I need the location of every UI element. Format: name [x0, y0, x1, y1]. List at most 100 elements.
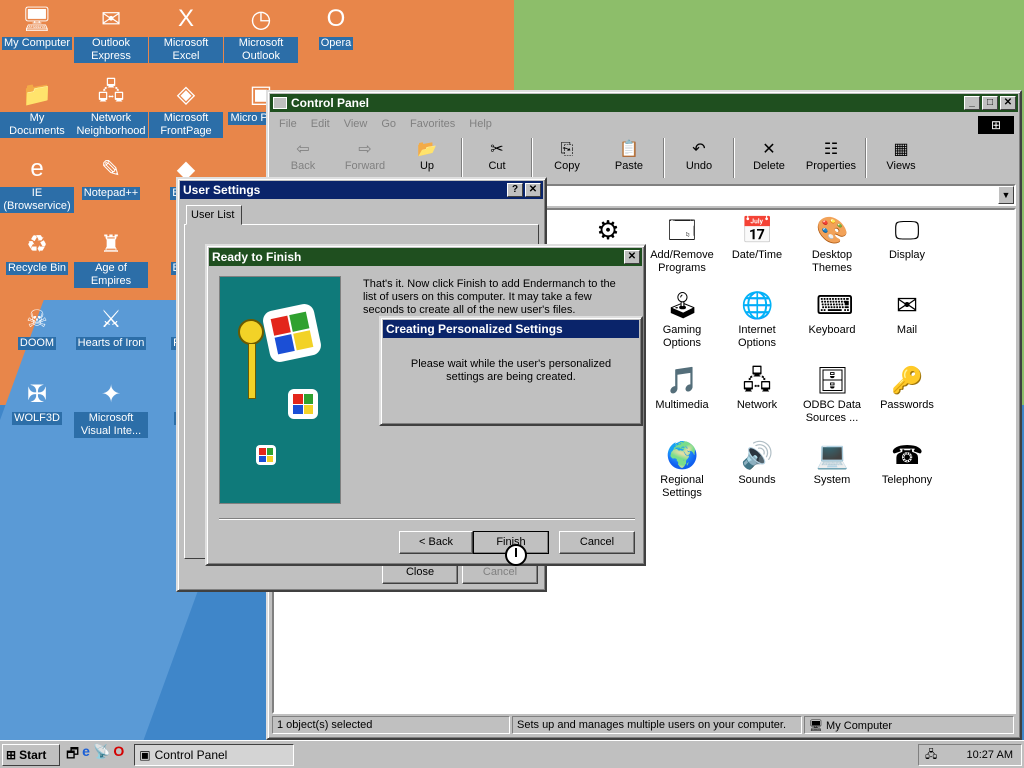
desktop-icon-9[interactable]: e IE (Browservice) [0, 153, 74, 213]
toolbar-label: Delete [753, 160, 785, 172]
cp-item-12[interactable]: 🌍 Regional Settings [644, 439, 720, 500]
cp-item-label: Network [736, 399, 778, 411]
toolbar-separator [865, 138, 867, 178]
cancel-button[interactable]: Cancel [559, 531, 635, 554]
cp-item-icon: 🗄 [816, 365, 850, 395]
copy-icon: ⎘ [560, 141, 574, 158]
status-location: 🖥 My Computer [804, 716, 1014, 734]
cp-item-5[interactable]: 🌐 Internet Options [719, 289, 795, 350]
key-shaft-icon [248, 343, 256, 399]
desktop-icon-5[interactable]: 📁 My Documents [0, 78, 74, 138]
cp-item-0[interactable]: 🗔 Add/Remove Programs [644, 214, 720, 275]
close-button[interactable]: ✕ [1000, 96, 1016, 110]
desktop-icon-7[interactable]: ◈ Microsoft FrontPage [149, 78, 223, 138]
control-panel-app-icon [273, 97, 287, 109]
desktop-icon-label: WOLF3D [12, 412, 62, 425]
desktop-icon-label: Outlook Express [74, 37, 148, 63]
desktop-icon-3[interactable]: ◷ Microsoft Outlook [224, 3, 298, 63]
desktop-icon-1[interactable]: ✉ Outlook Express [74, 3, 148, 63]
desktop-icon-2[interactable]: X Microsoft Excel [149, 3, 223, 63]
toolbar-delete-button[interactable]: ✕ Delete [738, 136, 800, 172]
desktop-icon-label: Microsoft Outlook [224, 37, 298, 63]
cp-item-4[interactable]: 🕹 Gaming Options [644, 289, 720, 350]
control-panel-task-icon: ▣ [139, 747, 151, 762]
toolbar-views-button[interactable]: ▦ Views [870, 136, 932, 172]
notepadpp-icon: ✎ [100, 155, 122, 183]
desktop-icon-15[interactable]: ☠ DOOM [0, 303, 74, 350]
help-button[interactable]: ? [507, 183, 523, 197]
cp-item-6[interactable]: ⌨ Keyboard [794, 289, 870, 337]
toolbar-forward-button[interactable]: ⇨ Forward [334, 136, 396, 172]
desktop-icon-label: Microsoft Excel [149, 37, 223, 63]
menu-file[interactable]: File [279, 118, 297, 130]
toolbar-properties-button[interactable]: ☷ Properties [800, 136, 862, 172]
cp-item-10[interactable]: 🗄 ODBC Data Sources ... [794, 364, 870, 425]
toolbar-paste-button[interactable]: 📋 Paste [598, 136, 660, 172]
address-dropdown-icon[interactable]: ▼ [998, 186, 1014, 204]
cp-item-label: Passwords [880, 399, 934, 411]
cp-item-11[interactable]: 🔑 Passwords [869, 364, 945, 412]
forward-icon: ⇨ [358, 141, 372, 158]
user-settings-titlebar[interactable]: User Settings ? ✕ [180, 181, 543, 199]
cp-item-1[interactable]: 📅 Date/Time [719, 214, 795, 262]
start-label: Start [19, 747, 47, 762]
cp-item-icon: 🕹 [666, 290, 700, 320]
toolbar-up-button[interactable]: 📂 Up [396, 136, 458, 172]
toolbar-cut-button[interactable]: ✂ Cut [466, 136, 528, 172]
cp-item-2[interactable]: 🎨 Desktop Themes [794, 214, 870, 275]
ready-titlebar[interactable]: Ready to Finish ✕ [209, 248, 642, 266]
creating-settings-dialog[interactable]: Creating Personalized Settings Please wa… [379, 316, 643, 426]
toolbar-separator [663, 138, 665, 178]
show-desktop-icon[interactable]: 🗗 [66, 743, 79, 767]
cp-item-15[interactable]: ☎ Telephony [869, 439, 945, 487]
toolbar-back-button[interactable]: ⇦ Back [272, 136, 334, 172]
user-tray-icon[interactable]: 🖧 [925, 746, 937, 765]
cp-item-label: System [813, 474, 851, 486]
close-button[interactable]: ✕ [525, 183, 541, 197]
toolbar-undo-button[interactable]: ↶ Undo [668, 136, 730, 172]
channels-icon[interactable]: 📡 [93, 743, 110, 767]
control-panel-titlebar[interactable]: Control Panel _ □ ✕ [270, 94, 1018, 112]
clock[interactable]: 10:27 AM [967, 749, 1013, 761]
desktop-icon-10[interactable]: ✎ Notepad++ [74, 153, 148, 200]
menu-favorites[interactable]: Favorites [410, 118, 455, 130]
internet-explorer-icon: e [30, 155, 44, 182]
cp-item-icon: ☎ [891, 440, 924, 470]
back-button[interactable]: < Back [399, 531, 473, 554]
cp-item-13[interactable]: 🔊 Sounds [719, 439, 795, 487]
maximize-button[interactable]: □ [982, 96, 998, 110]
start-button[interactable]: ⊞ Start [2, 743, 60, 766]
desktop-icon-19[interactable]: ✦ Microsoft Visual Inte... [74, 378, 148, 438]
desktop-icon-0[interactable]: 🖥 My Computer [0, 3, 74, 50]
cp-item-3[interactable]: 🖵 Display [869, 214, 945, 262]
desktop-icon-13[interactable]: ♜ Age of Empires [74, 228, 148, 288]
cp-item-14[interactable]: 💻 System [794, 439, 870, 487]
desktop-icon-16[interactable]: ⚔ Hearts of Iron [74, 303, 148, 350]
desktop-icon-4[interactable]: O Opera [299, 3, 373, 50]
cp-item-icon: 📅 [741, 215, 774, 245]
menu-view[interactable]: View [344, 118, 368, 130]
toolbar-copy-button[interactable]: ⎘ Copy [536, 136, 598, 172]
cp-item-9[interactable]: 🖧 Network [719, 364, 795, 412]
ie-quicklaunch-icon[interactable]: e [82, 743, 90, 767]
my-documents-icon: 📁 [22, 80, 52, 108]
cp-item-icon: 💻 [816, 440, 849, 470]
taskbar-control-panel[interactable]: ▣ Control Panel [134, 743, 295, 766]
close-button[interactable]: ✕ [624, 250, 640, 264]
cp-item-7[interactable]: ✉ Mail [869, 289, 945, 337]
menu-help[interactable]: Help [469, 118, 492, 130]
menu-go[interactable]: Go [381, 118, 396, 130]
cp-item-8[interactable]: 🎵 Multimedia [644, 364, 720, 412]
toolbar-label: Copy [554, 160, 580, 172]
desktop-icon-12[interactable]: ♻ Recycle Bin [0, 228, 74, 275]
creating-settings-titlebar[interactable]: Creating Personalized Settings [383, 320, 639, 338]
tab-user-list[interactable]: User List [186, 205, 242, 225]
menu-edit[interactable]: Edit [311, 118, 330, 130]
desktop-icon-18[interactable]: ✠ WOLF3D [0, 378, 74, 425]
toolbar-label: Undo [685, 160, 713, 172]
status-description: Sets up and manages multiple users on yo… [512, 716, 802, 734]
minimize-button[interactable]: _ [964, 96, 980, 110]
busy-cursor-icon [505, 544, 527, 566]
opera-quicklaunch-icon[interactable]: O [113, 743, 124, 767]
desktop-icon-6[interactable]: 🖧 Network Neighborhood [74, 78, 148, 138]
